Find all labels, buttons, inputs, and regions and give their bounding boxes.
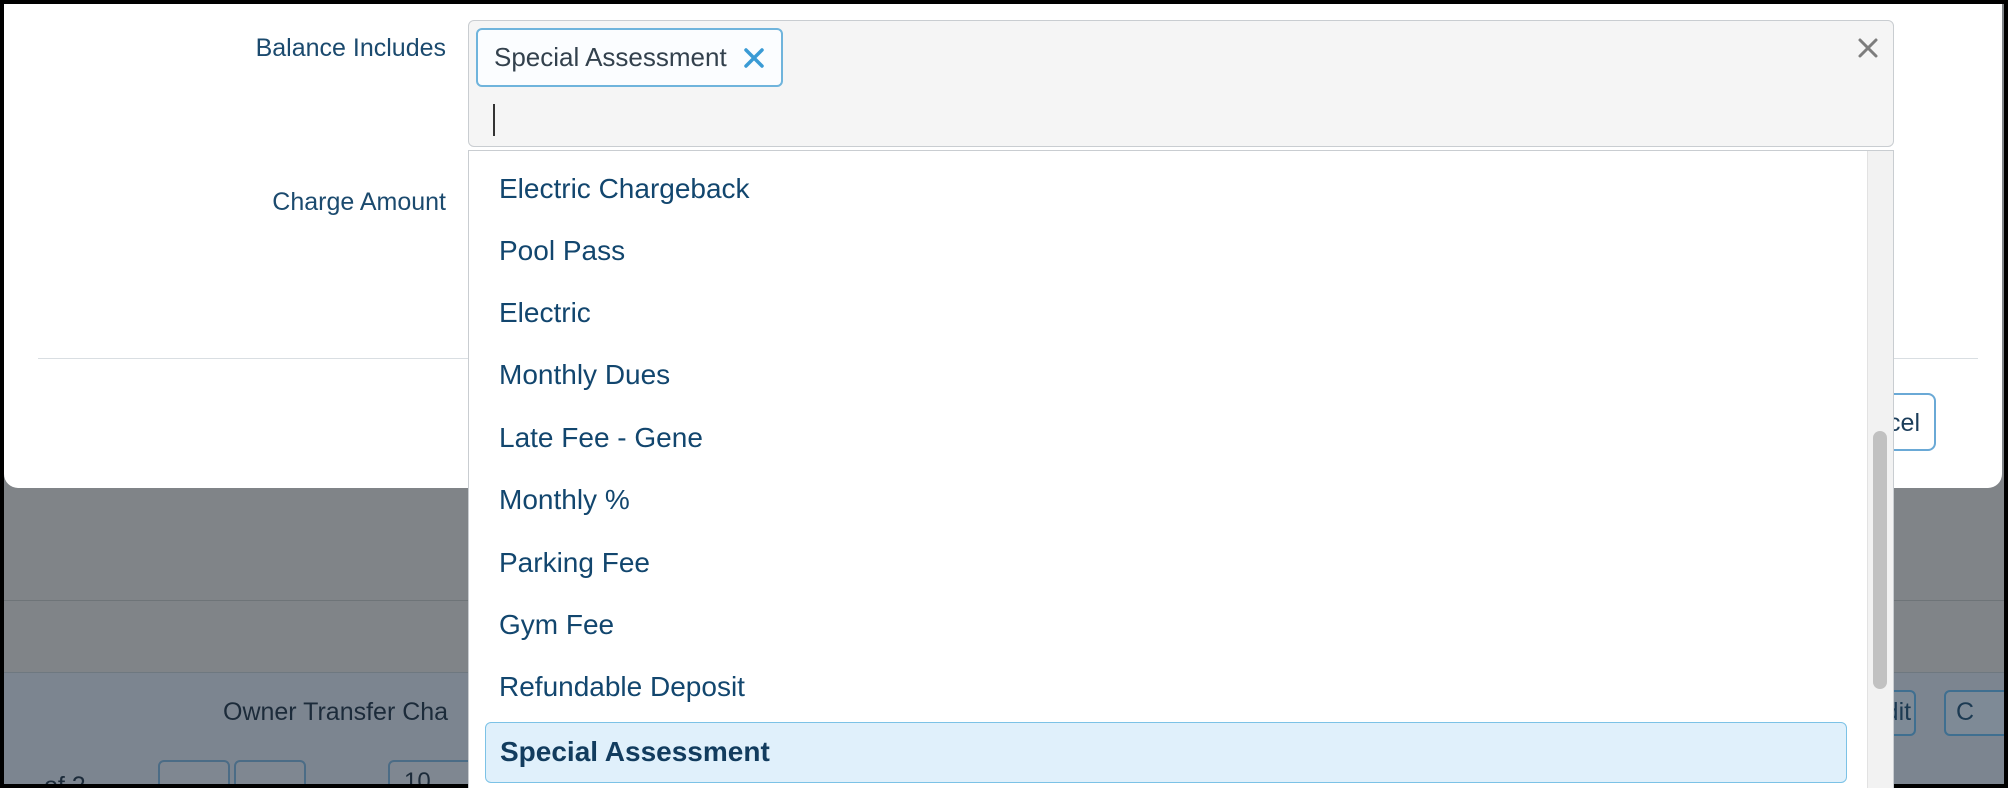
option-special-assessment-label: Special Assessment bbox=[500, 736, 770, 767]
charge-amount-label: Charge Amount bbox=[272, 188, 446, 216]
pager-of-text: of 2 bbox=[44, 772, 86, 784]
last-page-button bbox=[234, 760, 306, 784]
dropdown-scrollbar[interactable] bbox=[1867, 151, 1893, 788]
option-special-assessment[interactable]: Special Assessment bbox=[485, 722, 1847, 783]
selected-chip: Special Assessment bbox=[476, 28, 783, 87]
background-copy-button: C bbox=[1944, 690, 2004, 736]
option-parking-fee[interactable]: Parking Fee bbox=[499, 547, 650, 579]
dropdown-scroll-thumb[interactable] bbox=[1873, 431, 1887, 689]
next-page-button bbox=[158, 760, 230, 784]
option-pool-pass[interactable]: Pool Pass bbox=[499, 235, 625, 267]
select-search-input[interactable] bbox=[489, 101, 1869, 139]
balance-includes-select[interactable]: Special Assessment bbox=[468, 20, 1894, 147]
balance-includes-label: Balance Includes bbox=[255, 34, 446, 62]
option-monthly-percent[interactable]: Monthly % bbox=[499, 484, 630, 516]
text-caret bbox=[493, 104, 495, 136]
owner-transfer-charge-label: Owner Transfer Cha bbox=[223, 698, 449, 726]
option-late-fee-gene[interactable]: Late Fee - Gene bbox=[499, 422, 703, 454]
option-electric[interactable]: Electric bbox=[499, 297, 591, 329]
option-refundable-deposit[interactable]: Refundable Deposit bbox=[499, 671, 745, 703]
selected-chip-label: Special Assessment bbox=[494, 42, 727, 72]
option-gym-fee[interactable]: Gym Fee bbox=[499, 609, 614, 641]
chip-remove-icon[interactable] bbox=[741, 45, 767, 71]
background-copy-label: C bbox=[1956, 698, 1975, 726]
per-page-value: 10 bbox=[404, 768, 431, 784]
option-monthly-dues[interactable]: Monthly Dues bbox=[499, 359, 670, 391]
options-dropdown: Electric Chargeback Pool Pass Electric M… bbox=[468, 150, 1894, 788]
option-electric-chargeback[interactable]: Electric Chargeback bbox=[499, 173, 750, 205]
clear-all-icon[interactable] bbox=[1853, 33, 1883, 63]
